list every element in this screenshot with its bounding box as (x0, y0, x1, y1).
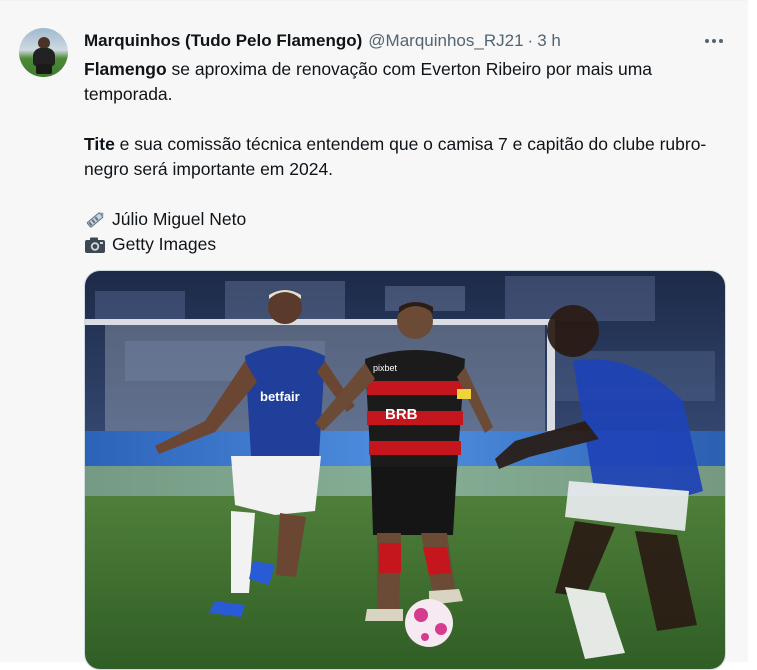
tweet-paragraph-2: Tite e sua comissão técnica entendem que… (84, 132, 734, 182)
camera-icon (84, 236, 106, 254)
author-name[interactable]: Marquinhos (Tudo Pelo Flamengo) (84, 31, 362, 51)
paragraph-1-text: se aproxima de renovação com Everton Rib… (84, 59, 653, 104)
pen-icon (84, 211, 106, 229)
hashtag-flamengo: Flamengo (84, 59, 167, 79)
tweet-timestamp[interactable]: 3 h (537, 31, 561, 51)
name-tite: Tite (84, 134, 115, 154)
author-handle[interactable]: @Marquinhos_RJ21 (368, 31, 523, 51)
more-horizontal-icon-dot (712, 39, 716, 43)
credit-writer: Júlio Miguel Neto (112, 209, 247, 229)
more-horizontal-icon-dot (719, 39, 723, 43)
tweet-paragraph-1: Flamengo se aproxima de renovação com Ev… (84, 57, 734, 107)
credit-photo: Getty Images (112, 234, 217, 254)
more-options-button[interactable] (700, 30, 728, 52)
right-rail (748, 0, 757, 662)
tweet-photo[interactable]: betfair pixbet BRB (84, 270, 726, 670)
paragraph-2-text: e sua comissão técnica entendem que o ca… (84, 134, 707, 179)
avatar-legs (36, 64, 52, 74)
tweet-card[interactable]: Marquinhos (Tudo Pelo Flamengo) @Marquin… (0, 0, 748, 670)
more-horizontal-icon (705, 39, 709, 43)
sponsor-betfair: betfair (260, 389, 300, 404)
tweet-text: Flamengo se aproxima de renovação com Ev… (84, 57, 734, 257)
credit-photo-line: Getty Images (84, 232, 734, 257)
author-avatar[interactable] (19, 28, 68, 77)
tweet-header: Marquinhos (Tudo Pelo Flamengo) @Marquin… (84, 30, 561, 52)
credit-writer-line: Júlio Miguel Neto (84, 207, 734, 232)
sponsor-pixbet: pixbet (373, 363, 398, 373)
soccer-ball (405, 599, 453, 647)
separator-dot: · (527, 31, 534, 50)
match-photo: betfair pixbet BRB (85, 271, 725, 669)
sponsor-brb: BRB (385, 406, 418, 423)
